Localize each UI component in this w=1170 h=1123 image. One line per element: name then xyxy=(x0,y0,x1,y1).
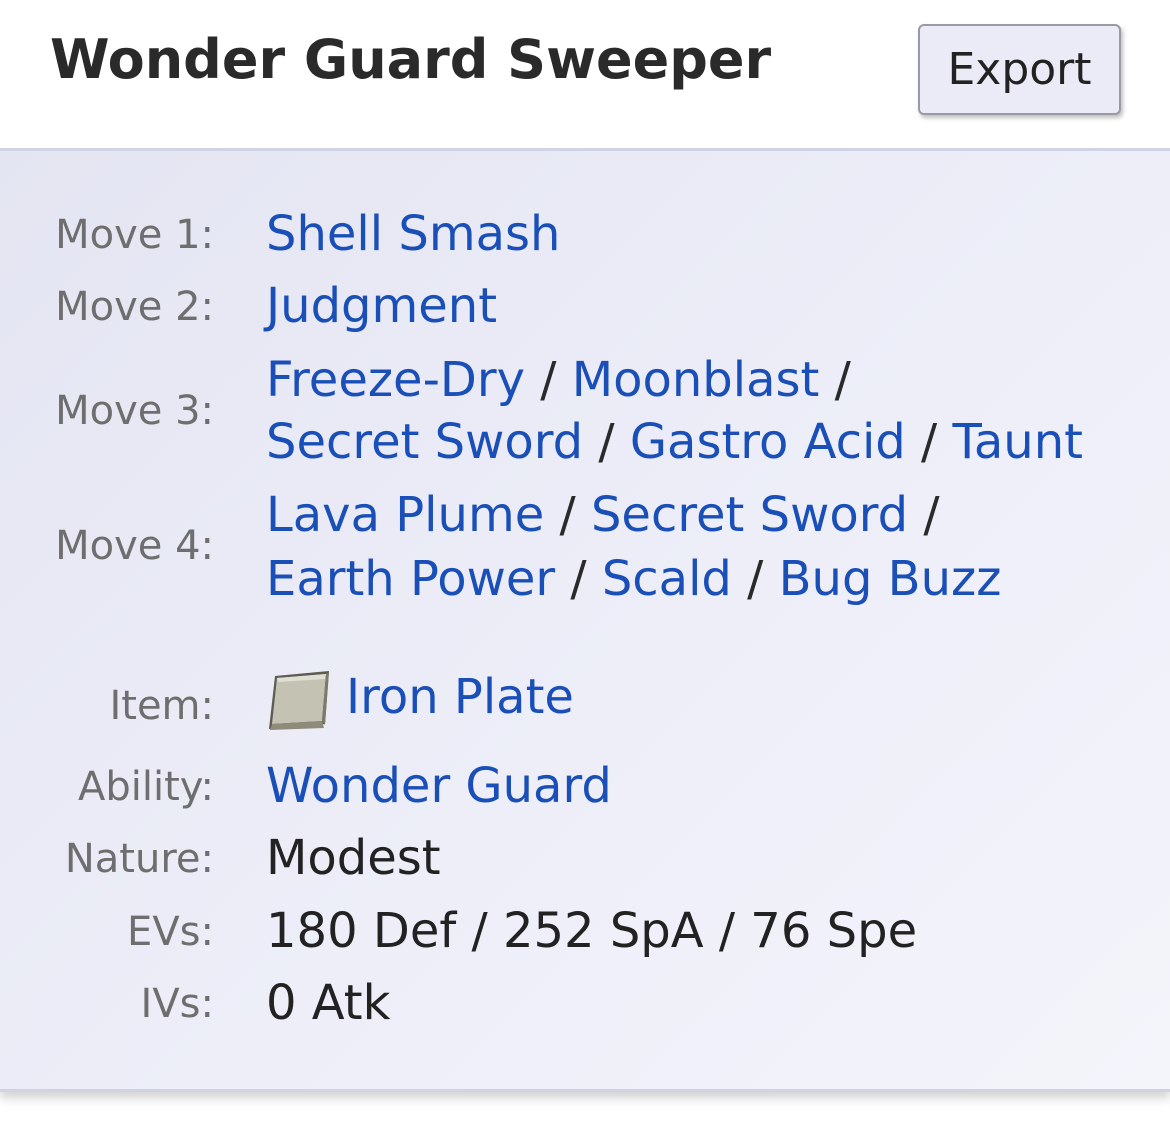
nature-label: Nature: xyxy=(64,836,214,882)
item-link-iron-plate[interactable]: Iron Plate xyxy=(346,669,574,725)
move-link-bug-buzz[interactable]: Bug Buzz xyxy=(779,551,1002,607)
move-3-line-1: Freeze-Dry / Moonblast / xyxy=(266,352,851,408)
move-link-taunt[interactable]: Taunt xyxy=(952,414,1082,470)
move-3-line-2: Secret Sword / Gastro Acid / Taunt xyxy=(266,414,1083,470)
ability-label: Ability: xyxy=(77,764,214,810)
move-separator: / xyxy=(923,487,940,543)
move-link-shell-smash[interactable]: Shell Smash xyxy=(266,206,560,262)
move-1-value: Shell Smash xyxy=(266,206,560,262)
move-link-moonblast[interactable]: Moonblast xyxy=(572,352,820,408)
move-link-earth-power[interactable]: Earth Power xyxy=(266,551,555,607)
ivs-value: 0 Atk xyxy=(266,975,391,1031)
item-label: Item: xyxy=(109,683,214,729)
move-4-label: Move 4: xyxy=(55,523,214,569)
move-separator: / xyxy=(921,414,938,470)
ivs-label: IVs: xyxy=(140,981,214,1027)
iron-plate-icon xyxy=(269,671,329,730)
ability-link-wonder-guard[interactable]: Wonder Guard xyxy=(266,758,612,814)
move-4-line-1: Lava Plume / Secret Sword / xyxy=(266,487,940,543)
item-value: Iron Plate xyxy=(346,669,574,725)
move-separator: / xyxy=(747,551,764,607)
move-separator: / xyxy=(570,551,587,607)
move-link-secret-sword[interactable]: Secret Sword xyxy=(266,414,583,470)
move-link-gastro-acid[interactable]: Gastro Acid xyxy=(630,414,906,470)
move-link-judgment[interactable]: Judgment xyxy=(266,278,497,334)
evs-value: 180 Def / 252 SpA / 76 Spe xyxy=(266,903,918,959)
move-1-label: Move 1: xyxy=(55,212,214,258)
nature-value: Modest xyxy=(266,830,441,886)
move-link-freeze-dry[interactable]: Freeze-Dry xyxy=(266,352,525,408)
move-link-scald[interactable]: Scald xyxy=(602,551,732,607)
evs-label: EVs: xyxy=(127,909,214,955)
set-title: Wonder Guard Sweeper xyxy=(50,28,772,91)
move-separator: / xyxy=(598,414,615,470)
export-button[interactable]: Export xyxy=(918,24,1121,115)
move-link-secret-sword[interactable]: Secret Sword xyxy=(591,487,908,543)
move-4-line-2: Earth Power / Scald / Bug Buzz xyxy=(266,551,1001,607)
move-2-value: Judgment xyxy=(266,278,497,334)
move-link-lava-plume[interactable]: Lava Plume xyxy=(266,487,544,543)
set-card: Wonder Guard Sweeper Export Move 1: Shel… xyxy=(0,0,1170,1092)
move-separator: / xyxy=(834,352,851,408)
move-3-label: Move 3: xyxy=(55,388,214,434)
move-2-label: Move 2: xyxy=(55,284,214,330)
ability-value: Wonder Guard xyxy=(266,758,612,814)
set-details: Move 1: Shell Smash Move 2: Judgment Mov… xyxy=(0,151,1170,1092)
set-header: Wonder Guard Sweeper Export xyxy=(0,0,1170,151)
move-separator: / xyxy=(559,487,576,543)
move-separator: / xyxy=(540,352,557,408)
